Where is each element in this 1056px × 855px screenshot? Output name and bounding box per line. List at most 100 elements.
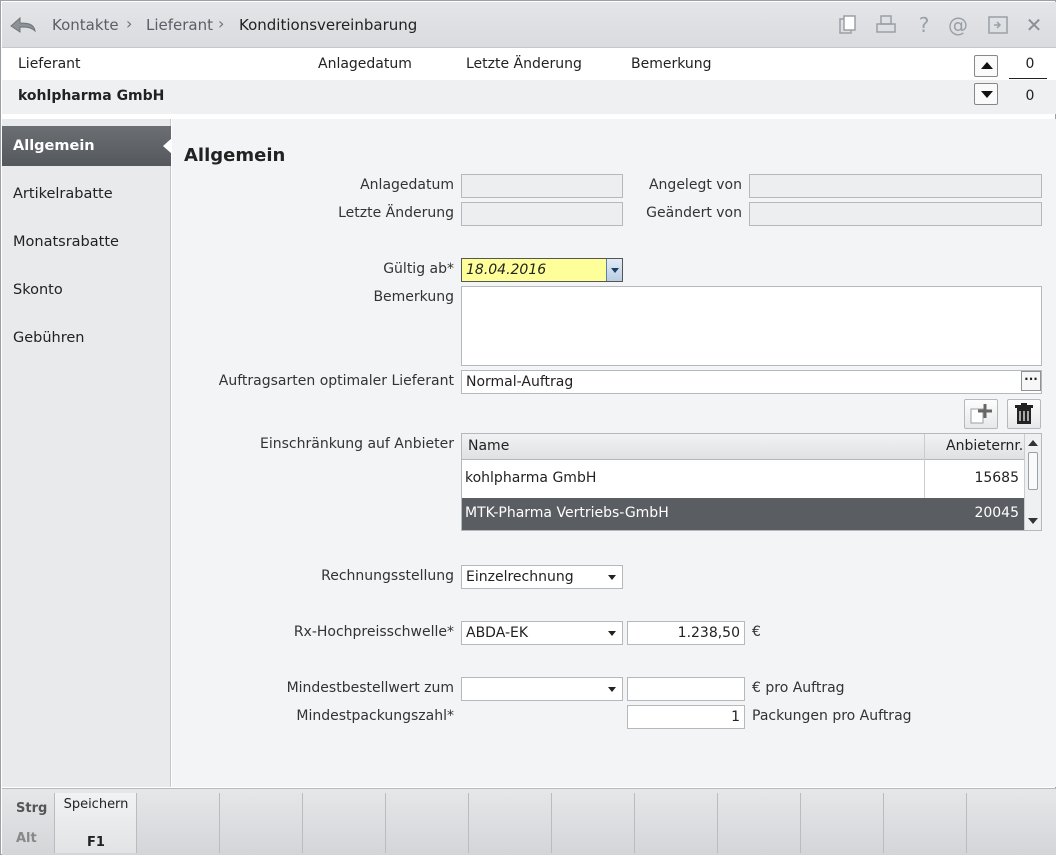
breadcrumb-lieferant[interactable]: Lieferant: [146, 16, 213, 34]
mindestbestellwert-select[interactable]: [461, 677, 623, 701]
fkey-slot[interactable]: [219, 793, 301, 853]
header-col-letzte-aenderung: Letzte Änderung: [466, 56, 582, 72]
sidebar-item-label: Skonto: [13, 282, 63, 298]
help-icon[interactable]: ?: [912, 13, 936, 37]
sidebar-item-allgemein[interactable]: Allgemein: [2, 126, 172, 166]
table-scrollbar[interactable]: [1024, 434, 1041, 530]
app-window: Kontakte › Lieferant › Konditionsvereinb…: [0, 0, 1056, 855]
fkey-slot[interactable]: [717, 793, 799, 853]
modifier-alt: Alt: [16, 831, 37, 846]
rechnungsstellung-value: Einzelrechnung: [466, 569, 574, 585]
letzte-aenderung-field: [461, 202, 623, 226]
main-panel: Allgemein Anlagedatum Angelegt von Letzt…: [172, 119, 1056, 787]
auftragsarten-more-button[interactable]: ···: [1021, 371, 1041, 391]
table-cell-name: kohlpharma GmbH: [465, 470, 597, 486]
geaendert-von-field: [749, 202, 1042, 226]
breadcrumb-separator: ›: [126, 14, 133, 33]
mindestpackungszahl-input[interactable]: 1: [627, 705, 745, 729]
counter-top: 0: [1025, 56, 1035, 72]
close-icon[interactable]: ✕: [1022, 13, 1046, 37]
date-dropdown-button[interactable]: [606, 259, 622, 281]
chevron-down-icon: [608, 631, 616, 636]
fkey-slot[interactable]: [385, 793, 467, 853]
column-header-anbieternr[interactable]: Anbieternr.: [946, 438, 1023, 454]
scroll-up-button[interactable]: [974, 55, 998, 77]
fkey-slot[interactable]: [800, 793, 882, 853]
add-anbieter-button[interactable]: [964, 399, 998, 429]
fkey-slot[interactable]: [136, 793, 218, 853]
fkey-slot[interactable]: [302, 793, 384, 853]
letzte-aenderung-label: Letzte Änderung: [338, 205, 454, 221]
gueltig-ab-date-input[interactable]: 18.04.2016: [461, 258, 623, 282]
gueltig-ab-value: 18.04.2016: [466, 262, 547, 278]
angelegt-von-label: Angelegt von: [648, 177, 742, 193]
print-icon[interactable]: [874, 13, 898, 37]
chevron-down-icon: [608, 575, 616, 580]
angelegt-von-field: [749, 174, 1042, 198]
bemerkung-label: Bemerkung: [373, 289, 454, 305]
anlagedatum-label: Anlagedatum: [360, 177, 454, 193]
page-title: Allgemein: [184, 145, 286, 166]
chevron-down-icon: [608, 687, 616, 692]
back-icon[interactable]: [8, 12, 38, 38]
anlagedatum-field: [461, 174, 623, 198]
rx-hochpreis-value: ABDA-EK: [466, 625, 529, 641]
counter-bottom: 0: [1025, 88, 1035, 104]
breadcrumb-current: Konditionsvereinbarung: [239, 16, 418, 34]
chevron-down-icon: [611, 268, 619, 273]
table-row-selected[interactable]: MTK-Pharma Vertriebs-GmbH 20045: [462, 498, 1024, 530]
breadcrumb-kontakte[interactable]: Kontakte: [52, 16, 119, 34]
scroll-up-icon[interactable]: [1028, 440, 1038, 446]
rx-hochpreis-unit: €: [752, 624, 761, 640]
scroll-down-icon[interactable]: [1028, 518, 1038, 524]
mindestbestellwert-amount-input[interactable]: [627, 677, 745, 701]
column-header-name[interactable]: Name: [468, 438, 509, 454]
fkey-key: F1: [87, 835, 105, 850]
scroll-down-button[interactable]: [974, 83, 998, 105]
mindestpackungszahl-label: Mindestpackungszahl*: [296, 708, 454, 724]
fkey-slot[interactable]: [966, 793, 1054, 853]
gueltig-ab-label: Gültig ab*: [383, 261, 454, 277]
fkey-label: Speichern: [63, 797, 129, 812]
copy-icon[interactable]: [836, 13, 860, 37]
window-icon[interactable]: [986, 13, 1010, 37]
header-panel: Lieferant Anlagedatum Letzte Änderung Be…: [2, 48, 1056, 114]
trash-icon: [1015, 403, 1033, 424]
fkey-slot[interactable]: [551, 793, 633, 853]
auftragsarten-label: Auftragsarten optimaler Lieferant: [218, 373, 454, 389]
breadcrumb-separator: ›: [218, 14, 225, 33]
auftragsarten-field[interactable]: Normal-Auftrag: [461, 370, 1042, 394]
geaendert-von-label: Geändert von: [646, 205, 742, 221]
rx-hochpreis-select[interactable]: ABDA-EK: [461, 621, 623, 645]
bemerkung-textarea[interactable]: [461, 286, 1042, 366]
sidebar-item-label: Gebühren: [13, 330, 85, 346]
fkey-slot[interactable]: [883, 793, 965, 853]
sidebar-item-artikelrabatte[interactable]: Artikelrabatte: [2, 174, 171, 214]
speichern-button[interactable]: Speichern F1: [54, 793, 136, 853]
header-col-anlagedatum: Anlagedatum: [318, 56, 412, 72]
sidebar-item-gebuehren[interactable]: Gebühren: [2, 318, 171, 358]
header-col-bemerkung: Bemerkung: [631, 56, 712, 72]
sidebar-item-skonto[interactable]: Skonto: [2, 270, 171, 310]
header-col-lieferant: Lieferant: [18, 56, 81, 72]
header-columns: Lieferant Anlagedatum Letzte Änderung Be…: [2, 48, 1056, 80]
scroll-thumb[interactable]: [1028, 452, 1038, 490]
email-icon[interactable]: @: [946, 13, 970, 37]
anbieter-table: Name Anbieternr. kohlpharma GmbH 15685 M…: [461, 433, 1042, 531]
table-cell-name: MTK-Pharma Vertriebs-GmbH: [465, 505, 669, 521]
sidebar: Allgemein Artikelrabatte Monatsrabatte S…: [2, 119, 172, 787]
delete-anbieter-button[interactable]: [1007, 399, 1041, 429]
sidebar-item-monatsrabatte[interactable]: Monatsrabatte: [2, 222, 171, 262]
counter-divider: [1009, 78, 1047, 79]
table-cell-nr: 20045: [974, 505, 1019, 521]
einschraenkung-label: Einschränkung auf Anbieter: [260, 436, 454, 452]
mindestpackungszahl-unit: Packungen pro Auftrag: [752, 708, 912, 724]
rechnungsstellung-label: Rechnungsstellung: [321, 568, 454, 584]
table-row[interactable]: kohlpharma GmbH 15685: [462, 460, 1024, 498]
rechnungsstellung-select[interactable]: Einzelrechnung: [461, 565, 623, 589]
rx-hochpreis-amount-input[interactable]: 1.238,50: [627, 621, 745, 645]
fkey-slot[interactable]: [634, 793, 716, 853]
sidebar-item-label: Artikelrabatte: [13, 186, 113, 202]
fkey-slot[interactable]: [468, 793, 550, 853]
title-bar: Kontakte › Lieferant › Konditionsvereinb…: [2, 2, 1056, 48]
